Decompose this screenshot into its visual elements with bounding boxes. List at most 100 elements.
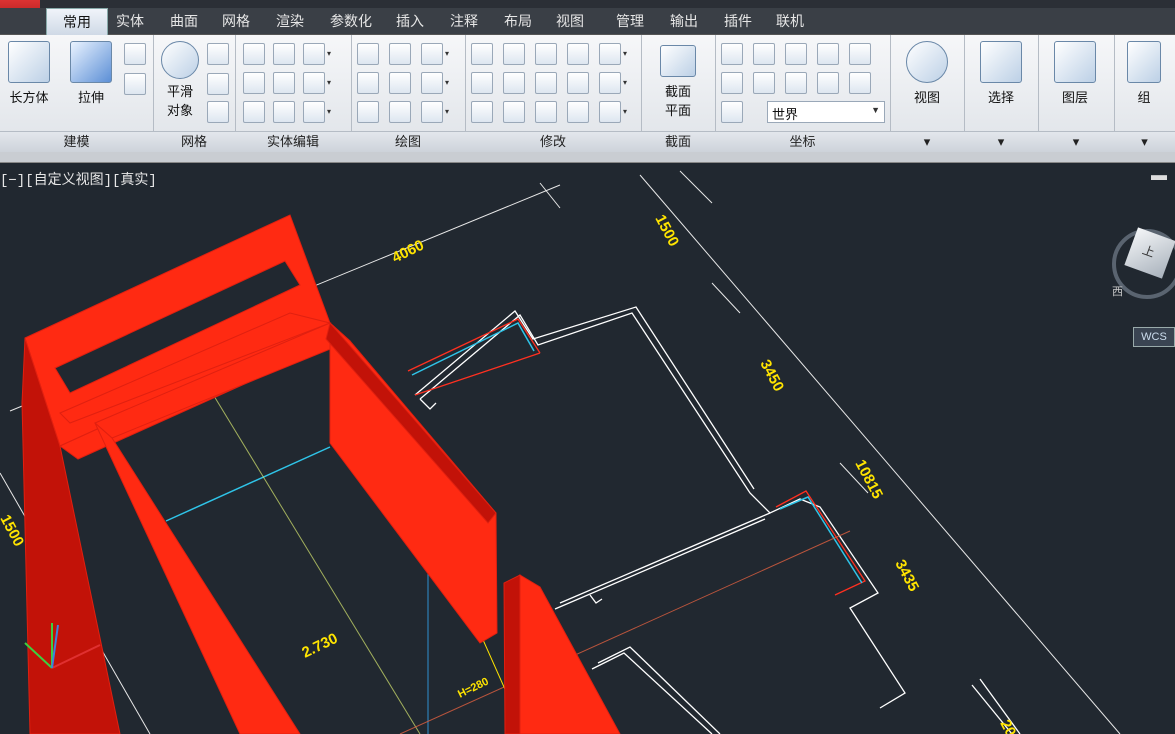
solid-edit-icon-2-0[interactable]: [243, 101, 265, 123]
modify-icon-0-4[interactable]: [599, 43, 621, 65]
ucs-icon-0-0[interactable]: [721, 43, 743, 65]
box-button[interactable]: 长方体: [4, 41, 54, 106]
polysolid-icon[interactable]: [124, 43, 146, 65]
ucs-icon-0-3[interactable]: [817, 43, 839, 65]
ucs-icon-1-3[interactable]: [817, 72, 839, 94]
mesh-add-icon[interactable]: [207, 43, 229, 65]
wcs-button[interactable]: WCS: [1133, 327, 1175, 347]
chevron-down-icon[interactable]: ▾: [445, 72, 453, 94]
presspull-icon[interactable]: [124, 73, 146, 95]
dimension-text[interactable]: 3450: [756, 357, 787, 394]
solid-edit-icon-0-2[interactable]: [303, 43, 325, 65]
dimension-text[interactable]: 1500: [0, 512, 27, 549]
dimension-text[interactable]: 4060: [389, 237, 426, 267]
section-plane-button[interactable]: 截面 平面: [653, 45, 703, 119]
chevron-down-icon[interactable]: ▾: [623, 101, 631, 123]
draw-icon-1-0[interactable]: [357, 72, 379, 94]
ucs-icon-1-2[interactable]: [785, 72, 807, 94]
solid-edit-icon-1-2[interactable]: [303, 72, 325, 94]
select-button[interactable]: 选择: [976, 41, 1026, 106]
panel-title-modeling[interactable]: 建模: [0, 131, 153, 152]
chevron-down-icon[interactable]: ▾: [327, 101, 335, 123]
modify-icon-1-4[interactable]: [599, 72, 621, 94]
tab-6[interactable]: 插入: [390, 8, 430, 34]
tab-8[interactable]: 布局: [498, 8, 538, 34]
ucs-icon-1-0[interactable]: [721, 72, 743, 94]
modify-icon-0-1[interactable]: [503, 43, 525, 65]
chevron-down-icon[interactable]: ▾: [623, 43, 631, 65]
panel-title-group[interactable]: ▾: [1114, 131, 1175, 152]
modify-icon-2-3[interactable]: [567, 101, 589, 123]
dimension-text[interactable]: 3435: [891, 557, 922, 594]
ucs-icon-0-2[interactable]: [785, 43, 807, 65]
ucs-icon-0-1[interactable]: [753, 43, 775, 65]
tab-11[interactable]: 输出: [664, 8, 704, 34]
tab-5[interactable]: 参数化: [324, 8, 378, 34]
solid-edit-icon-2-1[interactable]: [273, 101, 295, 123]
tab-2[interactable]: 曲面: [164, 8, 204, 34]
solid-edit-icon-0-0[interactable]: [243, 43, 265, 65]
modify-icon-1-1[interactable]: [503, 72, 525, 94]
tab-13[interactable]: 联机: [770, 8, 810, 34]
draw-icon-2-0[interactable]: [357, 101, 379, 123]
solid-edit-icon-1-1[interactable]: [273, 72, 295, 94]
dimension-text[interactable]: 1500: [651, 212, 682, 249]
mesh-remove-icon[interactable]: [207, 73, 229, 95]
dimension-text[interactable]: H=280: [456, 676, 491, 701]
modify-icon-0-3[interactable]: [567, 43, 589, 65]
chevron-down-icon[interactable]: ▾: [327, 43, 335, 65]
modify-icon-1-0[interactable]: [471, 72, 493, 94]
draw-icon-2-2[interactable]: [421, 101, 443, 123]
viewport-label[interactable]: [−][自定义视图][真实]: [0, 169, 157, 189]
extrude-button[interactable]: 拉伸: [66, 41, 116, 106]
layers-button[interactable]: 图层: [1050, 41, 1100, 106]
draw-icon-0-0[interactable]: [357, 43, 379, 65]
modify-icon-2-2[interactable]: [535, 101, 557, 123]
chevron-down-icon[interactable]: ▾: [445, 101, 453, 123]
chevron-down-icon[interactable]: ▾: [623, 72, 631, 94]
modify-icon-0-0[interactable]: [471, 43, 493, 65]
tab-12[interactable]: 插件: [718, 8, 758, 34]
solid-edit-icon-1-0[interactable]: [243, 72, 265, 94]
tab-10[interactable]: 管理: [610, 8, 650, 34]
draw-icon-0-1[interactable]: [389, 43, 411, 65]
panel-title-section[interactable]: 截面: [641, 131, 715, 152]
panel-title-draw[interactable]: 绘图: [351, 131, 465, 152]
model-space[interactable]: 40601500345010815343515002.730H=28020: [0, 163, 1175, 734]
panel-title-solid-edit[interactable]: 实体编辑: [235, 131, 351, 152]
modify-icon-1-2[interactable]: [535, 72, 557, 94]
panel-title-mesh[interactable]: 网格: [153, 131, 235, 152]
solid-edit-icon-2-2[interactable]: [303, 101, 325, 123]
chevron-down-icon[interactable]: ▾: [327, 72, 335, 94]
panel-title-select[interactable]: ▾: [964, 131, 1038, 152]
tab-9[interactable]: 视图: [550, 8, 590, 34]
tab-0[interactable]: 常用: [46, 8, 108, 35]
modify-icon-2-4[interactable]: [599, 101, 621, 123]
ucs-icon-0-4[interactable]: [849, 43, 871, 65]
mesh-crease-icon[interactable]: [207, 101, 229, 123]
dimension-text[interactable]: 10815: [851, 457, 886, 502]
ucs-select[interactable]: 世界 ▼: [767, 101, 885, 123]
view-button[interactable]: 视图: [902, 41, 952, 106]
smooth-object-button[interactable]: 平滑 对象: [159, 41, 201, 119]
drawing-viewport[interactable]: 4060 1500 3450 10815 3435 1500 2.730 H=280 20 [−…: [0, 163, 1175, 734]
panel-title-coordinates[interactable]: 坐标: [715, 131, 890, 152]
draw-icon-1-2[interactable]: [421, 72, 443, 94]
modify-icon-1-3[interactable]: [567, 72, 589, 94]
chevron-down-icon[interactable]: ▾: [445, 43, 453, 65]
draw-icon-2-1[interactable]: [389, 101, 411, 123]
solid-edit-icon-0-1[interactable]: [273, 43, 295, 65]
dimension-text[interactable]: 2.730: [299, 630, 340, 662]
panel-title-modify[interactable]: 修改: [465, 131, 641, 152]
tab-4[interactable]: 渲染: [270, 8, 310, 34]
ucs-icon-1-1[interactable]: [753, 72, 775, 94]
modify-icon-0-2[interactable]: [535, 43, 557, 65]
tab-3[interactable]: 网格: [216, 8, 256, 34]
modify-icon-2-1[interactable]: [503, 101, 525, 123]
panel-title-layers[interactable]: ▾: [1038, 131, 1114, 152]
ucs-view-icon[interactable]: [721, 101, 743, 123]
modify-icon-2-0[interactable]: [471, 101, 493, 123]
panel-title-view[interactable]: ▾: [890, 131, 964, 152]
tab-1[interactable]: 实体: [110, 8, 150, 34]
draw-icon-0-2[interactable]: [421, 43, 443, 65]
